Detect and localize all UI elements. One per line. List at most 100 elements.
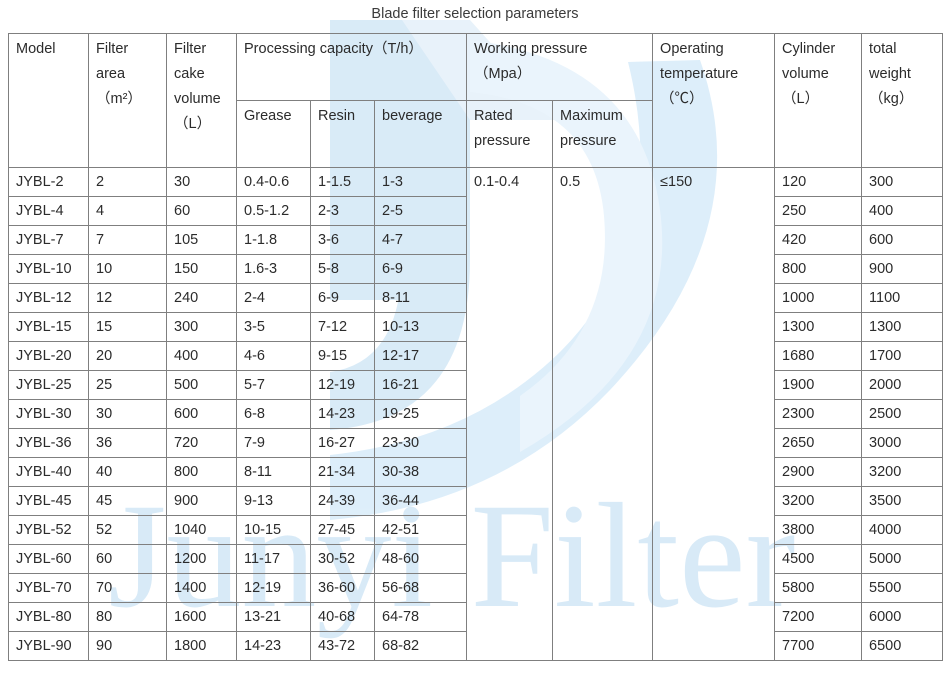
- cell-cylinder-volume: 1680: [774, 341, 863, 371]
- cell-resin: 5-8: [310, 254, 375, 284]
- col-header-grease: Grease: [236, 100, 311, 168]
- cell-model: JYBL-80: [8, 602, 89, 632]
- table-head: Model Filter area （m²） Filter cake volum…: [8, 33, 944, 168]
- cell-model: JYBL-45: [8, 486, 89, 516]
- col-header-working-pressure: Working pressure （Mpa）: [466, 33, 654, 101]
- cell-total-weight: 3000: [861, 428, 944, 458]
- cell-total-weight: 400: [861, 196, 944, 226]
- cell-resin: 12-19: [310, 370, 375, 400]
- cell-model: JYBL-30: [8, 399, 89, 429]
- cell-filter-area: 12: [88, 283, 167, 313]
- cell-filter-cake-volume: 60: [166, 196, 237, 226]
- cell-grease: 7-9: [236, 428, 311, 458]
- cell-resin: 9-15: [310, 341, 375, 371]
- cell-filter-cake-volume: 1800: [166, 631, 237, 661]
- col-header-processing-capacity: Processing capacity（T/h）: [235, 33, 468, 101]
- cell-filter-area: 2: [88, 167, 167, 197]
- cell-filter-area: 30: [88, 399, 167, 429]
- cell-filter-cake-volume: 1400: [166, 573, 237, 603]
- cell-resin: 30-52: [310, 544, 375, 574]
- cell-filter-area: 40: [88, 457, 167, 487]
- cell-grease: 3-5: [236, 312, 311, 342]
- cell-beverage: 48-60: [373, 544, 468, 574]
- cell-model: JYBL-40: [8, 457, 89, 487]
- cell-total-weight: 2000: [861, 370, 944, 400]
- cell-resin: 2-3: [310, 196, 375, 226]
- cell-operating-temperature: ≤150: [652, 167, 776, 661]
- cell-resin: 1-1.5: [310, 167, 375, 197]
- cell-filter-area: 70: [88, 573, 167, 603]
- cell-grease: 8-11: [236, 457, 311, 487]
- cell-filter-area: 10: [88, 254, 167, 284]
- cell-filter-area: 52: [88, 515, 167, 545]
- cell-beverage: 8-11: [373, 283, 468, 313]
- table-row: JYBL-2 2 30 0.4-0.6 1-1.5 1-3 0.1-0.4 0.5 ≤150 12…: [8, 167, 944, 661]
- cell-rated-pressure: 0.1-0.4: [466, 167, 554, 661]
- cell-resin: 16-27: [310, 428, 375, 458]
- cell-grease: 4-6: [236, 341, 311, 371]
- cell-grease: 1-1.8: [236, 225, 311, 255]
- cell-beverage: 10-13: [373, 312, 468, 342]
- cell-filter-cake-volume: 500: [166, 370, 237, 400]
- cell-model: JYBL-4: [8, 196, 89, 226]
- cell-total-weight: 300: [861, 167, 944, 197]
- cell-total-weight: 6000: [861, 602, 944, 632]
- cell-total-weight: 5000: [861, 544, 944, 574]
- cell-resin: 27-45: [310, 515, 375, 545]
- cell-beverage: 1-3: [373, 167, 468, 197]
- cell-resin: 3-6: [310, 225, 375, 255]
- cell-model: JYBL-70: [8, 573, 89, 603]
- cell-cylinder-volume: 1900: [774, 370, 863, 400]
- cell-cylinder-volume: 4500: [774, 544, 863, 574]
- cell-model: JYBL-25: [8, 370, 89, 400]
- cell-resin: 21-34: [310, 457, 375, 487]
- cell-filter-area: 36: [88, 428, 167, 458]
- cell-total-weight: 3500: [861, 486, 944, 516]
- page-title: Blade filter selection parameters: [371, 6, 579, 22]
- cell-cylinder-volume: 1000: [774, 283, 863, 313]
- cell-filter-cake-volume: 240: [166, 283, 237, 313]
- cell-filter-cake-volume: 800: [166, 457, 237, 487]
- cell-beverage: 19-25: [373, 399, 468, 429]
- col-header-operating-temperature: Operating temperature （℃）: [652, 33, 776, 168]
- cell-total-weight: 6500: [861, 631, 944, 661]
- cell-beverage: 16-21: [373, 370, 468, 400]
- cell-grease: 0.4-0.6: [236, 167, 311, 197]
- cell-beverage: 4-7: [373, 225, 468, 255]
- cell-resin: 24-39: [310, 486, 375, 516]
- col-header-maximum-pressure: Maximum pressure: [552, 100, 654, 168]
- cell-total-weight: 1300: [861, 312, 944, 342]
- col-header-resin: Resin: [310, 100, 375, 168]
- col-header-rated-pressure: Rated pressure: [466, 100, 554, 168]
- cell-filter-cake-volume: 30: [166, 167, 237, 197]
- cell-filter-area: 4: [88, 196, 167, 226]
- cell-model: JYBL-2: [8, 167, 89, 197]
- cell-beverage: 64-78: [373, 602, 468, 632]
- header-row-primary: Model Filter area （m²） Filter cake volum…: [8, 33, 944, 168]
- cell-filter-area: 80: [88, 602, 167, 632]
- cell-total-weight: 3200: [861, 457, 944, 487]
- cell-cylinder-volume: 7700: [774, 631, 863, 661]
- cell-beverage: 12-17: [373, 341, 468, 371]
- cell-maximum-pressure: 0.5: [552, 167, 654, 661]
- cell-cylinder-volume: 800: [774, 254, 863, 284]
- spec-table-container: Model Filter area （m²） Filter cake volum…: [8, 33, 944, 661]
- col-header-total-weight: total weight （kg）: [861, 33, 944, 168]
- cell-cylinder-volume: 1300: [774, 312, 863, 342]
- cell-filter-area: 25: [88, 370, 167, 400]
- cell-beverage: 56-68: [373, 573, 468, 603]
- cell-cylinder-volume: 2650: [774, 428, 863, 458]
- cell-cylinder-volume: 120: [774, 167, 863, 197]
- cell-model: JYBL-60: [8, 544, 89, 574]
- cell-filter-cake-volume: 300: [166, 312, 237, 342]
- cell-filter-cake-volume: 600: [166, 399, 237, 429]
- cell-model: JYBL-7: [8, 225, 89, 255]
- cell-total-weight: 1700: [861, 341, 944, 371]
- cell-total-weight: 900: [861, 254, 944, 284]
- cell-cylinder-volume: 7200: [774, 602, 863, 632]
- cell-filter-cake-volume: 900: [166, 486, 237, 516]
- cell-model: JYBL-15: [8, 312, 89, 342]
- cell-beverage: 30-38: [373, 457, 468, 487]
- cell-grease: 1.6-3: [236, 254, 311, 284]
- col-header-filter-cake-volume: Filter cake volume （L）: [166, 33, 237, 168]
